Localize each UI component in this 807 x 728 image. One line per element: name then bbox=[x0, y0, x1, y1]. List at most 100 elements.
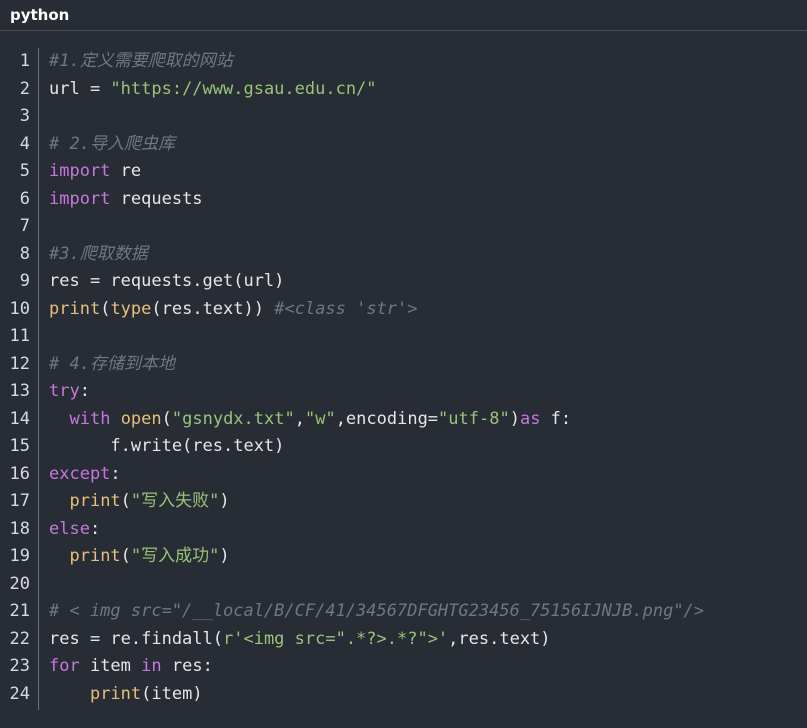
code-area[interactable]: 1 #1.定义需要爬取的网站 2 url = "https://www.gsau.ed… bbox=[0, 48, 807, 710]
code-text: # < img src="/__local/B/CF/41/34567DFGHT… bbox=[30, 598, 704, 626]
line-number: 19 bbox=[9, 546, 30, 566]
line-number: 3 bbox=[19, 106, 30, 126]
line-number: 4 bbox=[19, 133, 30, 154]
code-token: #3.爬取数据 bbox=[49, 243, 148, 264]
line-number: 11 bbox=[9, 326, 30, 346]
code-text: f.write(res.text) bbox=[30, 433, 284, 461]
code-token: ) bbox=[509, 408, 520, 429]
line-number: 10 bbox=[9, 298, 30, 319]
line-number: 9 bbox=[19, 271, 30, 291]
code-token: res = requests.get(url) bbox=[49, 271, 285, 291]
code-token: # 2.导入爬虫库 bbox=[49, 133, 175, 154]
code-token: in bbox=[141, 656, 162, 676]
line-number: 8 bbox=[19, 243, 30, 264]
code-text: import requests bbox=[30, 186, 203, 214]
code-token: "写入失败" bbox=[130, 491, 220, 511]
code-line: 1 #1.定义需要爬取的网站 bbox=[0, 48, 807, 76]
code-text: print("写入成功") bbox=[30, 543, 230, 571]
code-text: for item in res: bbox=[30, 653, 213, 681]
code-token: ,encoding= bbox=[335, 408, 439, 429]
code-block: python 1 #1.定义需要爬取的网站 2 url = "https://www.… bbox=[0, 0, 807, 728]
code-line: 15 f.write(res.text) bbox=[0, 433, 807, 461]
code-line: 8 #3.爬取数据 bbox=[0, 241, 807, 269]
code-text: else: bbox=[30, 516, 100, 544]
code-token: #<class 'str'> bbox=[274, 298, 418, 319]
code-line: 22 res = re.findall(r'<img src=".*?>.*?">… bbox=[0, 626, 807, 654]
code-token: ( bbox=[120, 546, 131, 566]
code-token: (item) bbox=[141, 683, 203, 704]
code-token: for bbox=[49, 656, 80, 676]
code-line: 3 bbox=[0, 103, 807, 131]
code-token: "utf-8" bbox=[438, 408, 510, 429]
code-text: print("写入失败") bbox=[30, 488, 229, 516]
code-token: with bbox=[69, 408, 111, 429]
line-number: 22 bbox=[9, 628, 30, 649]
code-token: ) bbox=[219, 546, 230, 566]
code-line: 4 # 2.导入爬虫库 bbox=[0, 131, 807, 159]
code-token: print bbox=[89, 683, 142, 704]
code-line: 21 # < img src="/__local/B/CF/41/34567DFG… bbox=[0, 598, 807, 626]
code-token: ,res.text) bbox=[448, 628, 551, 649]
line-number: 18 bbox=[9, 518, 30, 539]
code-text: # 4.存储到本地 bbox=[30, 351, 175, 379]
line-number: 14 bbox=[9, 408, 30, 429]
language-label: python bbox=[10, 6, 70, 24]
code-token: type bbox=[110, 298, 152, 319]
code-token: : bbox=[89, 518, 101, 539]
code-token: f.write(res.text) bbox=[49, 436, 285, 456]
code-token: url = bbox=[49, 78, 111, 99]
code-token: print bbox=[49, 298, 101, 319]
line-number: 2 bbox=[19, 78, 30, 99]
code-line: 7 bbox=[0, 213, 807, 241]
code-token: (res.text)) bbox=[151, 298, 275, 319]
code-token: : bbox=[110, 463, 121, 484]
code-text: print(item) bbox=[30, 681, 203, 709]
code-line: 23 for item in res: bbox=[0, 653, 807, 681]
code-token: #1.定义需要爬取的网站 bbox=[49, 51, 233, 71]
code-token: "写入成功" bbox=[130, 546, 220, 566]
line-number: 16 bbox=[9, 463, 30, 484]
line-number: 12 bbox=[9, 353, 30, 374]
code-token: res = re.findall( bbox=[49, 628, 223, 649]
code-line: 24 print(item) bbox=[0, 681, 807, 709]
code-token: as bbox=[519, 408, 541, 429]
gutter-separator bbox=[38, 48, 39, 710]
code-token: # < img src="/__local/B/CF/41/34567DFGHT… bbox=[49, 601, 705, 621]
code-text: import re bbox=[30, 158, 141, 186]
code-token: import bbox=[49, 161, 111, 181]
code-line: 10 print(type(res.text)) #<class 'str'> bbox=[0, 296, 807, 324]
code-line: 2 url = "https://www.gsau.edu.cn/" bbox=[0, 76, 807, 104]
code-token: # 4.存储到本地 bbox=[49, 353, 175, 374]
code-token: import bbox=[49, 188, 111, 209]
line-number: 23 bbox=[9, 656, 30, 676]
code-line: 9 res = requests.get(url) bbox=[0, 268, 807, 296]
line-number: 13 bbox=[9, 381, 30, 401]
code-token: except bbox=[49, 463, 111, 484]
code-token: print bbox=[69, 491, 121, 511]
line-number: 15 bbox=[9, 436, 30, 456]
code-text: res = requests.get(url) bbox=[30, 268, 284, 296]
code-token: ( bbox=[161, 408, 172, 429]
line-number: 21 bbox=[9, 601, 30, 621]
code-line: 16 except: bbox=[0, 461, 807, 489]
code-line: 6 import requests bbox=[0, 186, 807, 214]
code-text: # 2.导入爬虫库 bbox=[30, 131, 175, 159]
code-text: res = re.findall(r'<img src=".*?>.*?">',… bbox=[30, 626, 551, 654]
code-line: 5 import re bbox=[0, 158, 807, 186]
code-token: f: bbox=[540, 408, 572, 429]
code-text: #1.定义需要爬取的网站 bbox=[30, 48, 233, 76]
code-line: 20 bbox=[0, 571, 807, 599]
code-line: 12 # 4.存储到本地 bbox=[0, 351, 807, 379]
code-token: "gsnydx.txt" bbox=[171, 408, 295, 429]
code-token: try bbox=[49, 381, 80, 401]
line-number: 1 bbox=[19, 51, 30, 71]
code-token: res: bbox=[161, 656, 213, 676]
